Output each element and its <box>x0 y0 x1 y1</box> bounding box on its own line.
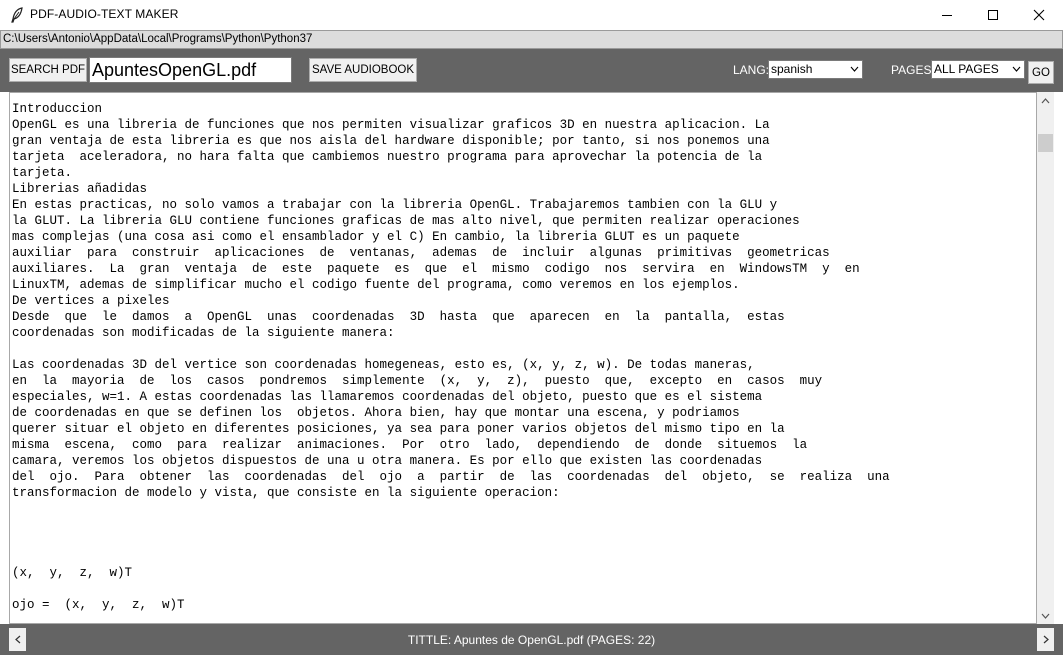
lang-select-value: spanish <box>771 62 813 76</box>
text-line: LinuxTM, ademas de simplificar mucho el … <box>12 278 740 292</box>
text-line: del ojo. Para obtener las coordenadas de… <box>12 470 890 484</box>
text-line: Introduccion <box>12 102 103 116</box>
text-line: OpenGL es una libreria de funciones que … <box>12 118 770 132</box>
text-line: de coordenadas en que se definen los obj… <box>12 406 740 420</box>
path-bar: C:\Users\Antonio\AppData\Local\Programs\… <box>0 30 1063 49</box>
status-text: TITTLE: Apuntes de OpenGL.pdf (PAGES: 22… <box>407 633 656 647</box>
text-line <box>12 501 890 517</box>
text-line: tarjeta aceleradora, no hara falta que c… <box>12 150 763 164</box>
text-line: ojo = (x, y, z, w)T <box>12 598 185 612</box>
pages-select[interactable]: ALL PAGES <box>931 60 1025 79</box>
text-line: coordenadas son modificadas de la siguie… <box>12 326 395 340</box>
text-line: gran ventaja de esta libreria es que nos… <box>12 134 770 148</box>
toolbar: SEARCH PDF ApuntesOpenGL.pdf SAVE AUDIOB… <box>0 49 1063 92</box>
text-line: camara, veremos los objetos dispuestos d… <box>12 454 763 468</box>
text-line: En estas practicas, no solo vamos a trab… <box>12 198 778 212</box>
go-button[interactable]: GO <box>1028 61 1054 84</box>
chevron-right-icon <box>1043 635 1049 644</box>
minimize-button[interactable] <box>924 0 970 30</box>
text-line: la GLUT. La libreria GLU contiene funcio… <box>12 214 800 228</box>
scroll-up-button[interactable] <box>1037 92 1054 109</box>
text-line <box>12 341 890 357</box>
lang-label: LANG: <box>733 63 770 77</box>
text-line: transformacion de modelo y vista, que co… <box>12 486 560 500</box>
minimize-icon <box>942 15 952 16</box>
maximize-button[interactable] <box>970 0 1016 30</box>
text-line: misma escena, como para realizar animaci… <box>12 438 808 452</box>
pages-select-value: ALL PAGES <box>934 62 999 76</box>
window-title: PDF-AUDIO-TEXT MAKER <box>30 7 179 21</box>
scroll-right-button[interactable] <box>1037 628 1054 651</box>
text-line: auxiliar para construir aplicaciones de … <box>12 246 830 260</box>
lang-select[interactable]: spanish <box>768 60 863 79</box>
text-line: tarjeta. <box>12 166 73 180</box>
text-area[interactable]: Introduccion OpenGL es una libreria de fu… <box>9 92 1037 624</box>
text-line <box>12 517 890 533</box>
text-content: Introduccion OpenGL es una libreria de fu… <box>12 101 890 623</box>
title-bar: PDF-AUDIO-TEXT MAKER <box>0 0 1063 30</box>
text-line: Las coordenadas 3D del vertice son coord… <box>12 358 755 372</box>
search-pdf-button[interactable]: SEARCH PDF <box>9 58 87 82</box>
status-bar: TITTLE: Apuntes de OpenGL.pdf (PAGES: 22… <box>0 624 1063 655</box>
text-line: mas complejas (una cosa asi como el ensa… <box>12 230 740 244</box>
text-line: querer situar el objeto en diferentes po… <box>12 422 785 436</box>
chevron-down-icon <box>1012 66 1021 72</box>
close-icon <box>1033 9 1045 21</box>
path-label: C:\Users\Antonio\AppData\Local\Programs\… <box>3 33 313 45</box>
text-line: especiales, w=1. A estas coordenadas las… <box>12 390 763 404</box>
text-line <box>12 581 890 597</box>
save-audiobook-button[interactable]: SAVE AUDIOBOOK <box>309 58 417 82</box>
maximize-icon <box>988 10 998 20</box>
chevron-down-icon <box>1041 613 1050 619</box>
text-line <box>12 613 890 623</box>
text-line: De vertices a pixeles <box>12 294 170 308</box>
scroll-thumb[interactable] <box>1038 134 1053 152</box>
filename-input[interactable]: ApuntesOpenGL.pdf <box>89 57 292 83</box>
text-line: Desde que le damos a OpenGL unas coorden… <box>12 310 785 324</box>
pages-label: PAGES: <box>891 63 935 77</box>
feather-icon <box>11 7 23 23</box>
scroll-down-button[interactable] <box>1037 607 1054 624</box>
text-line <box>12 533 890 549</box>
text-line: en la mayoria de los casos pondremos sim… <box>12 374 823 388</box>
text-line: Librerias añadidas <box>12 182 148 196</box>
close-button[interactable] <box>1016 0 1062 30</box>
chevron-up-icon <box>1041 97 1050 103</box>
text-line: auxiliares. La gran ventaja de este paqu… <box>12 262 860 276</box>
vertical-scrollbar[interactable] <box>1037 92 1054 624</box>
text-line: (x, y, z, w)T <box>12 566 133 580</box>
chevron-down-icon <box>850 66 859 72</box>
text-line <box>12 549 890 565</box>
